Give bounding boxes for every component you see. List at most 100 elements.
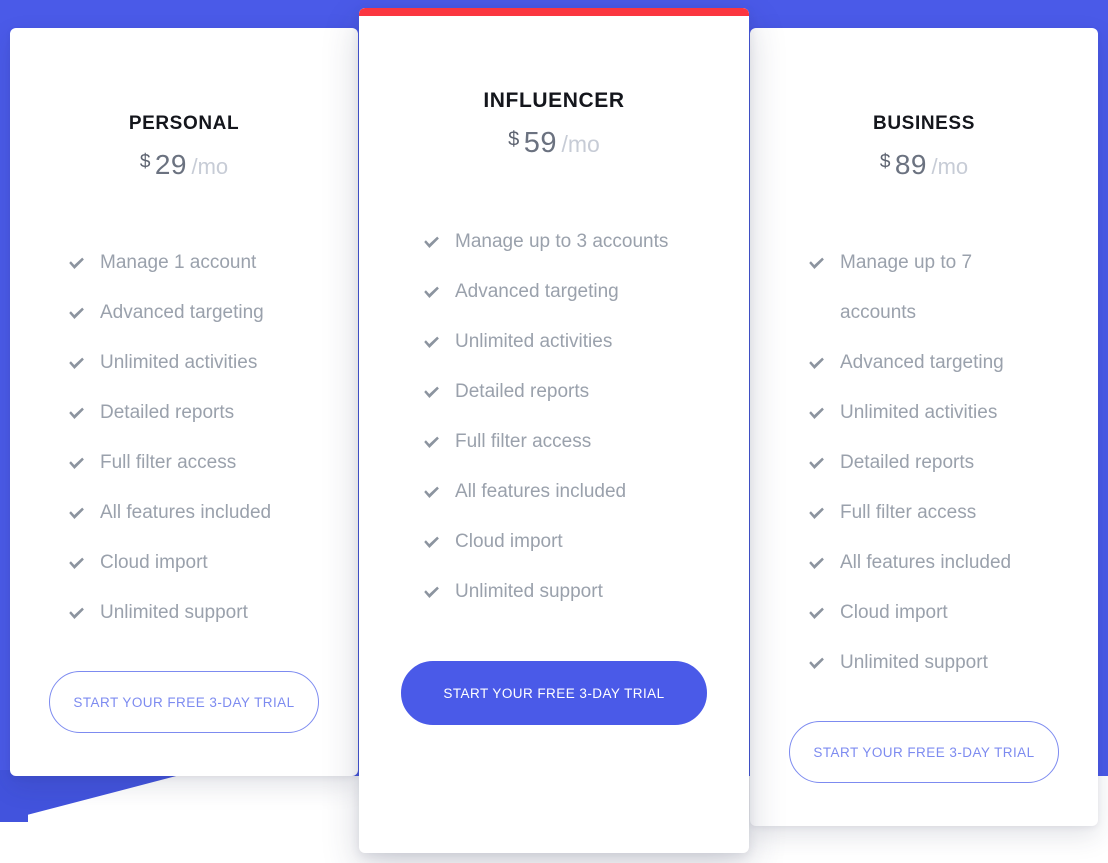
price-period: /mo [561, 131, 600, 157]
feature-label: Manage up to 3 accounts [455, 231, 669, 252]
feature-label: Detailed reports [840, 452, 975, 473]
check-icon [68, 588, 92, 638]
check-icon [68, 338, 92, 388]
feature-label: Advanced targeting [840, 352, 1004, 373]
feature-label: Manage up to 7 accounts [840, 252, 973, 323]
list-item: Unlimited support [68, 588, 330, 638]
feature-label: Cloud import [840, 602, 948, 623]
list-item: Full filter access [808, 488, 1070, 538]
check-icon [808, 588, 832, 638]
check-icon [808, 638, 832, 688]
feature-label: Unlimited activities [100, 352, 258, 373]
list-item: Cloud import [423, 517, 721, 567]
start-trial-button-label: START YOUR FREE 3-DAY TRIAL [443, 685, 665, 701]
currency-symbol: $ [139, 151, 151, 173]
list-item: Detailed reports [68, 388, 330, 438]
price-amount: 89 [894, 149, 928, 180]
check-icon [423, 467, 447, 517]
feature-label: Unlimited activities [455, 331, 613, 352]
list-item: Cloud import [808, 588, 1070, 638]
check-icon [423, 317, 447, 367]
check-icon [808, 488, 832, 538]
plan-title-influencer: INFLUENCER [483, 89, 625, 112]
check-icon [423, 367, 447, 417]
card-content-business: BUSINESS $ 89 /mo Manage up to 7 account… [750, 28, 1098, 688]
check-icon [68, 288, 92, 338]
feature-label: Full filter access [100, 452, 237, 473]
feature-list-personal: Manage 1 account Advanced targeting Unli… [38, 238, 330, 638]
list-item: Detailed reports [423, 367, 721, 417]
list-item: Manage 1 account [68, 238, 330, 288]
list-item: Unlimited activities [423, 317, 721, 367]
list-item: Detailed reports [808, 438, 1070, 488]
start-trial-button-influencer[interactable]: START YOUR FREE 3-DAY TRIAL [401, 661, 707, 725]
feature-label: Cloud import [455, 531, 563, 552]
list-item: Unlimited support [808, 638, 1070, 688]
list-item: All features included [808, 538, 1070, 588]
list-item: Advanced targeting [808, 338, 1070, 388]
list-item: Cloud import [68, 538, 330, 588]
check-icon [808, 338, 832, 388]
price-period: /mo [931, 154, 969, 179]
list-item: Manage up to 3 accounts [423, 217, 721, 267]
check-icon [68, 538, 92, 588]
start-trial-button-business[interactable]: START YOUR FREE 3-DAY TRIAL [789, 721, 1059, 783]
feature-label: Unlimited support [100, 602, 248, 623]
plan-title-business: BUSINESS [873, 113, 975, 134]
price-display-business: $ 89 /mo [778, 149, 1070, 181]
card-content-personal: PERSONAL $ 29 /mo Manage 1 account Advan… [10, 28, 358, 638]
feature-label: Detailed reports [100, 402, 235, 423]
list-item: Full filter access [68, 438, 330, 488]
start-trial-button-label: START YOUR FREE 3-DAY TRIAL [73, 694, 295, 710]
feature-label: Cloud import [100, 552, 208, 573]
feature-list-influencer: Manage up to 3 accounts Advanced targeti… [387, 217, 721, 617]
pricing-card-influencer[interactable]: INFLUENCER $ 59 /mo Manage up to 3 accou… [359, 8, 749, 853]
check-icon [68, 438, 92, 488]
price-amount: 29 [154, 149, 188, 180]
feature-label: Unlimited activities [840, 402, 998, 423]
feature-list-business: Manage up to 7 accounts Advanced targeti… [778, 238, 1070, 688]
list-item: Manage up to 7 accounts [808, 238, 1070, 338]
pricing-card-business[interactable]: BUSINESS $ 89 /mo Manage up to 7 account… [750, 28, 1098, 826]
card-content-influencer: INFLUENCER $ 59 /mo Manage up to 3 accou… [359, 8, 749, 617]
pricing-cards-container: PERSONAL $ 29 /mo Manage 1 account Advan… [0, 0, 1108, 863]
list-item: Full filter access [423, 417, 721, 467]
pricing-card-personal[interactable]: PERSONAL $ 29 /mo Manage 1 account Advan… [10, 28, 358, 776]
check-icon [808, 538, 832, 588]
currency-symbol: $ [508, 128, 520, 151]
list-item: All features included [68, 488, 330, 538]
feature-label: All features included [100, 502, 272, 523]
check-icon [423, 417, 447, 467]
check-icon [808, 438, 832, 488]
start-trial-button-label: START YOUR FREE 3-DAY TRIAL [813, 744, 1035, 760]
check-icon [808, 238, 832, 288]
feature-label: Unlimited support [455, 581, 603, 602]
feature-label: Full filter access [455, 431, 592, 452]
start-trial-button-personal[interactable]: START YOUR FREE 3-DAY TRIAL [49, 671, 319, 733]
feature-label: All features included [840, 552, 1012, 573]
feature-label: Full filter access [840, 502, 977, 523]
feature-label: Advanced targeting [455, 281, 619, 302]
feature-label: Manage 1 account [100, 252, 257, 273]
check-icon [423, 267, 447, 317]
feature-label: Detailed reports [455, 381, 590, 402]
price-display-influencer: $ 59 /mo [387, 127, 721, 160]
check-icon [68, 238, 92, 288]
check-icon [423, 517, 447, 567]
check-icon [423, 217, 447, 267]
price-period: /mo [191, 154, 229, 179]
feature-label: All features included [455, 481, 627, 502]
list-item: Advanced targeting [68, 288, 330, 338]
check-icon [808, 388, 832, 438]
feature-label: Advanced targeting [100, 302, 264, 323]
check-icon [423, 567, 447, 617]
feature-label: Unlimited support [840, 652, 988, 673]
list-item: Unlimited support [423, 567, 721, 617]
price-display-personal: $ 29 /mo [38, 149, 330, 181]
plan-title-personal: PERSONAL [128, 113, 240, 134]
list-item: Advanced targeting [423, 267, 721, 317]
list-item: Unlimited activities [68, 338, 330, 388]
currency-symbol: $ [879, 151, 891, 173]
list-item: All features included [423, 467, 721, 517]
price-amount: 59 [523, 127, 558, 159]
